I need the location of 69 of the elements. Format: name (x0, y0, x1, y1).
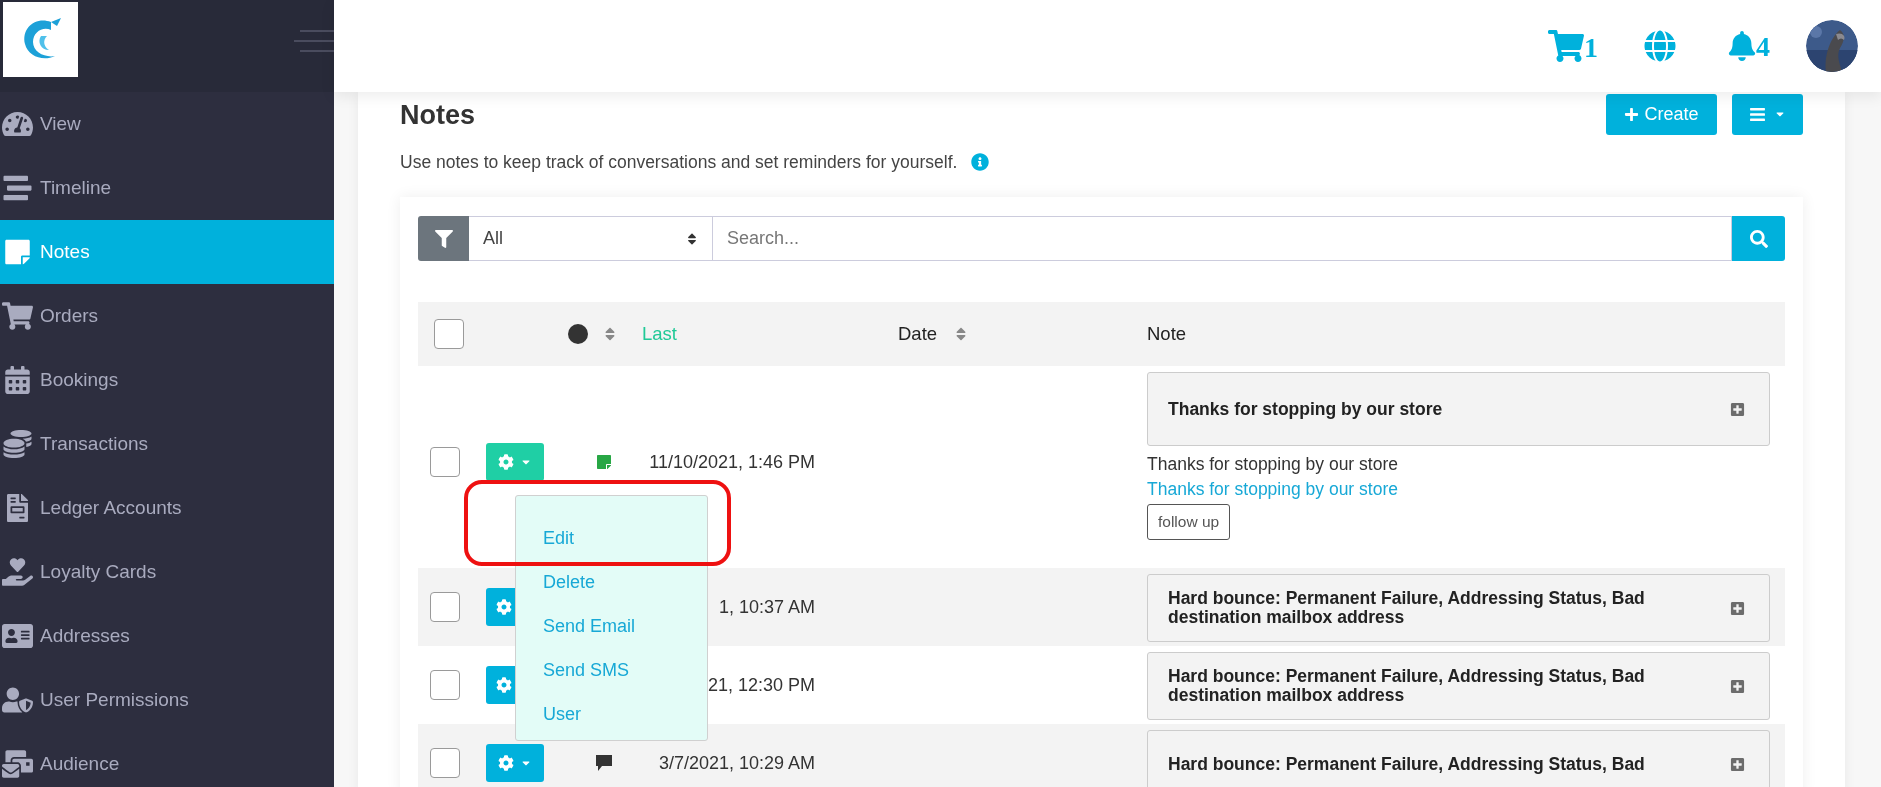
checkbox[interactable] (430, 447, 460, 477)
menu-icon (1749, 105, 1766, 123)
expand-icon (1730, 401, 1745, 417)
logo[interactable] (3, 2, 78, 77)
search-icon (1749, 229, 1768, 248)
sidebar-item[interactable]: Loyalty Cards (0, 540, 334, 604)
note-header[interactable]: Hard bounce: Permanent Failure, Addressing Status, Bad destination mailbox address (1147, 574, 1770, 642)
cart-icon (1548, 30, 1584, 62)
sort-icon[interactable] (604, 326, 616, 342)
user-shield-icon (2, 686, 33, 714)
gauge-icon (2, 110, 33, 138)
sidebar-item[interactable]: Timeline (0, 156, 334, 220)
note-text: Thanks for stopping by our store (1147, 453, 1399, 476)
column-header[interactable]: Date (898, 320, 938, 348)
checkbox[interactable] (434, 319, 464, 349)
note-icon (2, 238, 33, 266)
column-header[interactable]: Note (1147, 320, 1187, 348)
checkbox[interactable] (430, 670, 460, 700)
bell-icon (1728, 31, 1756, 61)
gear-menu-button[interactable] (486, 744, 544, 782)
sidebar-item[interactable]: User Permissions (0, 668, 334, 732)
settings-icon (498, 755, 514, 771)
expand-icon (1730, 756, 1745, 772)
coins-icon (2, 430, 33, 458)
id-card-icon (2, 622, 33, 650)
date-text: 1, 10:37 AM (718, 595, 815, 619)
settings-icon (496, 677, 512, 693)
hand-heart-icon (2, 558, 33, 586)
sort-icon[interactable] (955, 326, 968, 342)
cart-icon (2, 302, 33, 330)
date-text: 21, 12:30 PM (707, 673, 815, 697)
info-icon[interactable] (971, 153, 990, 171)
filter-button[interactable] (418, 216, 469, 261)
globe-icon[interactable] (1644, 30, 1676, 62)
bars-icon (2, 174, 33, 202)
expand-icon (1730, 600, 1745, 616)
settings-icon (496, 599, 512, 615)
note-header[interactable]: Thanks for stopping by our store (1147, 372, 1770, 446)
mail-icon (2, 750, 33, 778)
date-text: 3/7/2021, 10:29 AM (658, 751, 815, 775)
sidebar-item[interactable]: Ledger Accounts (0, 476, 334, 540)
tag[interactable]: follow up (1147, 504, 1231, 540)
chat-icon (596, 755, 612, 771)
page-title: Notes (400, 98, 475, 132)
date-text: 11/10/2021, 1:46 PM (649, 450, 815, 474)
note-icon (596, 454, 612, 470)
options-menu-button[interactable] (1732, 93, 1803, 135)
search-field[interactable]: Search... (713, 216, 1732, 261)
sidebar-item[interactable]: Orders (0, 284, 334, 348)
sidebar-item[interactable]: View (0, 92, 334, 156)
expand-icon (1730, 678, 1745, 694)
plus-icon (1624, 106, 1640, 122)
calendar-icon (2, 366, 33, 394)
search-button[interactable] (1732, 216, 1785, 261)
sidebar-item[interactable]: Transactions (0, 412, 334, 476)
filter-icon (434, 229, 453, 248)
gear-menu-button[interactable] (486, 443, 544, 481)
page-description: Use notes to keep track of conversations and set reminders for yourself. (400, 150, 958, 174)
sidebar-item[interactable]: Audience (0, 732, 334, 787)
note-header[interactable]: Hard bounce: Permanent Failure, Addressing Status, Bad destination mailbox address (1147, 652, 1770, 720)
checkbox[interactable] (430, 748, 460, 778)
sort-icon (686, 231, 698, 246)
menu-icon[interactable] (294, 30, 334, 52)
settings-icon (498, 454, 514, 470)
checkbox[interactable] (430, 592, 460, 622)
filter-select[interactable]: All (469, 216, 713, 261)
note-header[interactable]: Hard bounce: Permanent Failure, Addressing Status, Bad (1147, 730, 1770, 787)
sidebar-item[interactable]: Bookings (0, 348, 334, 412)
sidebar-item[interactable]: Addresses (0, 604, 334, 668)
